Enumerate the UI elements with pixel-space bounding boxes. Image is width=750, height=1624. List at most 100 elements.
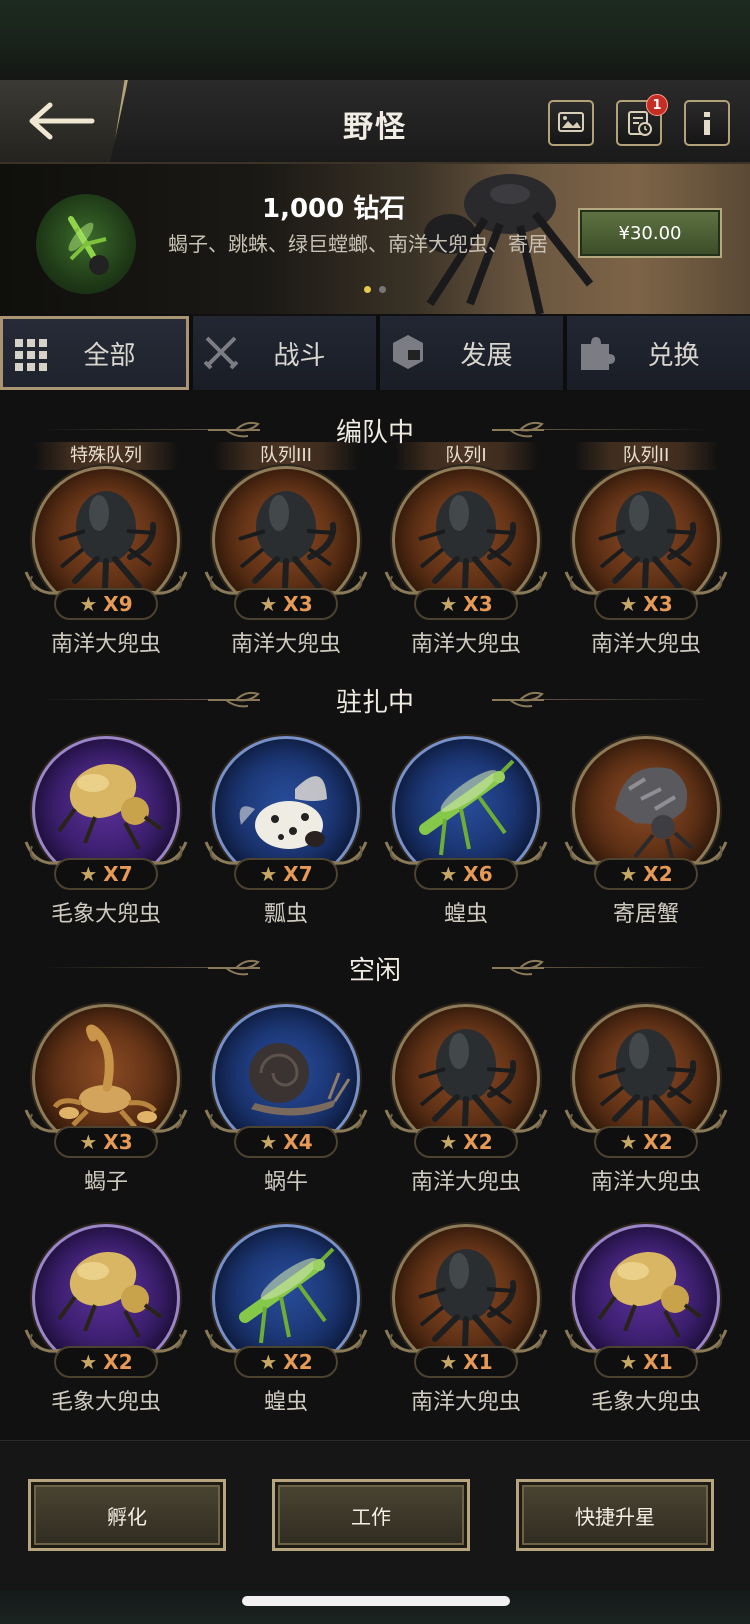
star-count: X4 [283,1130,313,1154]
section-title: 编队中 [335,417,414,448]
creature-name: 蝗虫 [263,1390,308,1415]
section-title: 空闲 [348,955,401,986]
status-bar-area [0,0,750,80]
star-icon: ★ [619,1130,638,1154]
creature-card[interactable]: 队列I ★ X3 南洋大兜虫 [384,442,548,657]
creature-card[interactable]: 特殊队列 ★ X9 南洋大兜虫 [24,442,188,657]
work-button[interactable]: 工作 [272,1479,470,1551]
star-level-pill: ★ X7 [234,858,338,890]
creature-name: 南洋大兜虫 [410,632,521,657]
leaf-ornament-icon [492,959,544,976]
category-tabs: 全部 战斗 发展 兑换 [0,316,750,390]
star-icon: ★ [619,862,638,886]
creature-card[interactable]: ★ X2 毛象大兜虫 [24,1218,188,1418]
leaf-ornament-icon [208,959,260,976]
tab-development[interactable]: 发展 [380,316,563,390]
creature-card[interactable]: 队列III ★ X3 南洋大兜虫 [204,442,368,657]
creature-card[interactable]: ★ X2 南洋大兜虫 [564,998,728,1198]
notification-badge: 1 [646,94,668,116]
star-count: X3 [643,592,673,616]
creature-card[interactable]: ★ X7 瓢虫 [204,730,368,930]
creature-name: 南洋大兜虫 [410,1390,521,1415]
creature-name: 南洋大兜虫 [50,632,161,657]
creature-card[interactable]: ★ X3 蝎子 [24,998,188,1198]
info-button[interactable] [684,100,730,146]
star-count: X3 [463,592,493,616]
buy-button[interactable]: ¥30.00 [578,208,722,258]
hatch-button[interactable]: 孵化 [28,1479,226,1551]
creature-name: 瓢虫 [263,902,308,927]
creature-name: 蝎子 [83,1170,128,1195]
star-count: X7 [103,862,133,886]
star-icon: ★ [439,592,458,616]
star-icon: ★ [79,592,98,616]
creature-card[interactable]: ★ X1 南洋大兜虫 [384,1218,548,1418]
star-icon: ★ [439,1130,458,1154]
carousel-dots[interactable] [364,286,386,293]
creature-card[interactable]: ★ X1 毛象大兜虫 [564,1218,728,1418]
creature-name: 南洋大兜虫 [590,632,701,657]
star-icon: ★ [259,1130,278,1154]
star-count: X3 [283,592,313,616]
creature-name: 毛象大兜虫 [50,902,161,927]
gallery-button[interactable] [548,100,594,146]
tab-exchange[interactable]: 兑换 [567,316,750,390]
creature-card[interactable]: ★ X2 寄居蟹 [564,730,728,930]
creature-card[interactable]: ★ X4 蜗牛 [204,998,368,1198]
star-count: X7 [283,862,313,886]
creature-card[interactable]: ★ X7 毛象大兜虫 [24,730,188,930]
creature-name: 寄居蟹 [612,902,679,927]
history-button[interactable]: 1 [616,94,668,146]
carousel-dot[interactable] [364,286,371,293]
promo-banner[interactable]: 1,000 钻石 蝎子、跳蛛、绿巨螳螂、南洋大兜虫、寄居 ¥30.00 [0,164,750,314]
info-icon [704,112,710,135]
star-count: X9 [103,592,133,616]
star-icon: ★ [79,862,98,886]
tab-label: 全部 [83,340,136,371]
star-count: X1 [643,1350,673,1374]
tab-all[interactable]: 全部 [0,316,189,390]
star-level-pill: ★ X4 [234,1126,338,1158]
star-level-pill: ★ X1 [594,1346,698,1378]
tab-battle[interactable]: 战斗 [193,316,376,390]
star-icon: ★ [259,862,278,886]
star-level-pill: ★ X2 [414,1126,518,1158]
star-count: X2 [463,1130,493,1154]
leaf-ornament-icon [208,421,260,438]
quick-star-up-button[interactable]: 快捷升星 [516,1479,714,1551]
carousel-dot[interactable] [379,286,386,293]
star-level-pill: ★ X7 [54,858,158,890]
section-header-stationed: 驻扎中 [0,680,750,720]
creature-card[interactable]: ★ X2 蝗虫 [204,1218,368,1418]
star-count: X2 [103,1350,133,1374]
star-level-pill: ★ X6 [414,858,518,890]
home-indicator[interactable] [242,1596,510,1606]
star-count: X2 [283,1350,313,1374]
creature-card[interactable]: ★ X6 蝗虫 [384,730,548,930]
star-count: X1 [463,1350,493,1374]
section-header-idle: 空闲 [0,948,750,988]
star-level-pill: ★ X2 [54,1346,158,1378]
mantis-pack-icon [36,194,136,294]
creature-card[interactable]: 队列II ★ X3 南洋大兜虫 [564,442,728,657]
creature-card[interactable]: ★ X2 南洋大兜虫 [384,998,548,1198]
creature-name: 蝗虫 [443,902,488,927]
star-count: X3 [103,1130,133,1154]
star-count: X6 [463,862,493,886]
banner-title: 1,000 钻石 [262,194,406,224]
leaf-ornament-icon [492,691,544,708]
section-title: 驻扎中 [335,687,414,718]
star-level-pill: ★ X3 [234,588,338,620]
banner-description: 蝎子、跳蛛、绿巨螳螂、南洋大兜虫、寄居 [168,232,548,256]
star-level-pill: ★ X9 [54,588,158,620]
star-level-pill: ★ X2 [594,1126,698,1158]
creature-name: 南洋大兜虫 [410,1170,521,1195]
creature-list[interactable]: 编队中 驻扎中 空闲 特殊队列 ★ X9 南洋大兜虫 队列III ★ X3 南洋… [0,392,750,1440]
star-icon: ★ [439,1350,458,1374]
creature-name: 蜗牛 [263,1170,308,1195]
star-level-pill: ★ X2 [594,858,698,890]
star-count: X2 [643,1130,673,1154]
bottom-action-bar: 孵化 工作 快捷升星 [0,1440,750,1590]
leaf-ornament-icon [492,421,544,438]
creature-name: 毛象大兜虫 [50,1390,161,1415]
